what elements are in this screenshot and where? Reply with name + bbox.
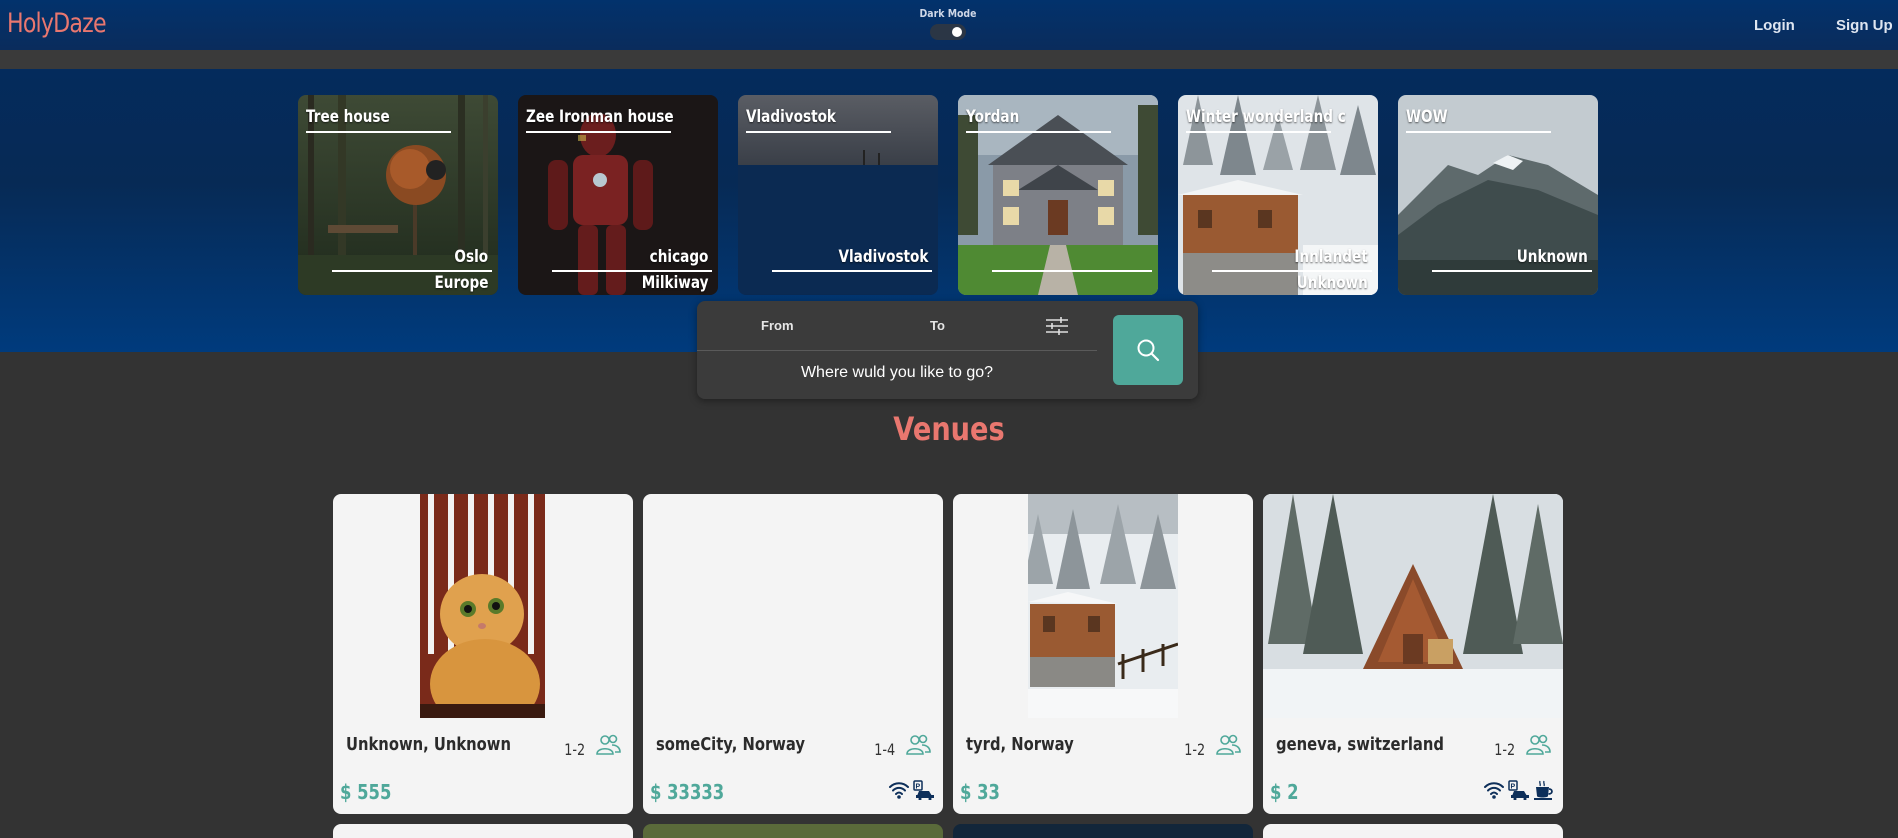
guests-icon [906,734,931,755]
filter-sliders-icon[interactable] [1045,317,1069,335]
city-underline [332,270,492,272]
search-icon [1137,339,1160,362]
to-field[interactable]: To [930,318,945,333]
nav-divider-strip [0,50,1898,69]
city-underline [1212,270,1372,272]
featured-continent: Milkiway [641,273,708,293]
venue-card[interactable] [953,824,1253,838]
dark-mode-control: Dark Mode [912,7,984,45]
navbar: HolyDaze Dark Mode Login Sign Up [0,0,1898,50]
venue-card[interactable] [333,824,633,838]
venue-card[interactable]: Unknown, Unknown 1-2 $ 555 [333,494,633,814]
venue-card[interactable] [1263,824,1563,838]
venue-card[interactable]: tyrd, Norway 1-2 $ 33 [953,494,1253,814]
featured-city: Innlandet [1294,247,1368,267]
featured-card[interactable]: WOW Unknown [1398,95,1598,295]
dark-mode-toggle[interactable] [930,24,966,40]
venue-price: $ 33 [960,780,1000,804]
venue-price: $ 555 [340,780,392,804]
svg-text:P: P [916,784,921,791]
search-divider [697,350,1097,351]
toggle-knob [952,27,962,37]
signup-link[interactable]: Sign Up [1836,17,1893,34]
venue-card[interactable]: someCity, Norway 1-4 $ 33333 P [643,494,943,814]
venue-location: tyrd, Norway [966,734,1074,755]
svg-text:P: P [1511,784,1516,791]
featured-card[interactable]: Zee Ironman house chicago Milkiway [518,95,718,295]
venue-image-winter-cabin [1028,494,1178,718]
featured-city: Oslo [454,247,488,267]
featured-card[interactable]: Yordan [958,95,1158,295]
guests-icon [1216,734,1241,755]
featured-title: Zee Ironman house [526,107,674,127]
login-link[interactable]: Login [1754,17,1795,34]
title-underline [746,131,891,133]
venue-image-cat [420,494,545,718]
search-box: From To [697,301,1198,399]
title-underline [1186,131,1331,133]
venue-location: someCity, Norway [656,734,806,755]
featured-city: Vladivostok [838,247,928,267]
venue-image-a-frame-cabin [1263,494,1563,718]
featured-continent: Europe [434,273,488,293]
guests-icon [1526,734,1551,755]
amenities: P [888,780,935,801]
featured-card[interactable]: Vladivostok Vladivostok [738,95,938,295]
venue-location: Unknown, Unknown [346,734,511,755]
venue-price: $ 33333 [650,780,725,804]
wifi-icon [888,780,910,800]
featured-city: Unknown [1516,247,1588,267]
featured-title: Vladivostok [746,107,836,127]
featured-card[interactable]: Tree house Oslo Europe [298,95,498,295]
from-field[interactable]: From [761,318,794,333]
venue-price: $ 2 [1270,780,1299,804]
city-underline [1432,270,1592,272]
featured-title: Winter wonderland c [1186,107,1346,127]
venue-guests: 1-2 [1184,740,1205,759]
amenities: P [1483,780,1555,801]
featured-card[interactable]: Winter wonderland c Innlandet Unknown [1178,95,1378,295]
search-button[interactable] [1113,315,1183,385]
featured-continent: Unknown [1296,273,1368,293]
title-underline [306,131,451,133]
destination-search-input[interactable] [707,358,1087,388]
featured-title: Yordan [966,107,1020,127]
venue-card[interactable]: geneva, switzerland 1-2 $ 2 P [1263,494,1563,814]
city-underline [992,270,1152,272]
parking-icon: P [913,780,935,801]
venues-heading: Venues [893,410,1005,448]
wifi-icon [1483,780,1505,800]
venue-guests: 1-2 [1494,740,1515,759]
city-underline [552,270,712,272]
featured-title: Tree house [306,107,390,127]
guests-icon [596,734,621,755]
logo[interactable]: HolyDaze [7,8,107,39]
venue-card[interactable] [643,824,943,838]
parking-icon: P [1508,780,1530,801]
title-underline [1406,131,1551,133]
featured-city: chicago [649,247,708,267]
venue-guests: 1-4 [874,740,895,759]
title-underline [526,131,671,133]
title-underline [966,131,1111,133]
breakfast-icon [1533,780,1555,800]
city-underline [772,270,932,272]
venue-guests: 1-2 [564,740,585,759]
featured-title: WOW [1406,107,1448,127]
venue-location: geneva, switzerland [1276,734,1444,755]
dark-mode-label: Dark Mode [919,7,977,20]
